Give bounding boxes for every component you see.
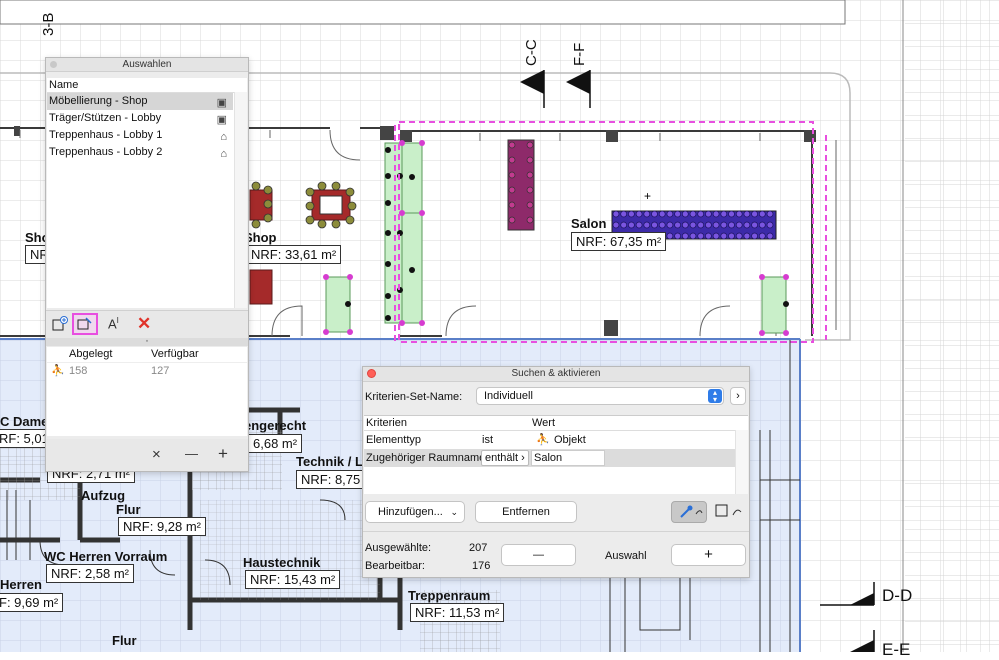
criteria-value[interactable]: Objekt [554, 431, 586, 449]
criteria-name: Elementtyp [366, 434, 422, 446]
room-name-herren: Herren [0, 577, 42, 592]
room-name-flur-bottom: Flur [112, 633, 137, 648]
eyedropper-button[interactable] [671, 501, 707, 523]
editable-count: 176 [472, 560, 491, 572]
room-area-salon: NRF: 67,35 m² [571, 232, 667, 251]
stats-stored-value: 158 [69, 365, 88, 377]
palette-close-dot[interactable] [50, 61, 57, 68]
room-name-technik: Technik / L [296, 454, 363, 469]
criteria-header[interactable]: Kriterien [366, 416, 407, 430]
room-name-wc-herren-vorraum: WC Herren Vorraum [44, 549, 168, 564]
room-area-haustechnik: NRF: 15,43 m² [245, 570, 341, 589]
edit-selection-icon[interactable] [72, 313, 98, 335]
object-icon: ⛹ [51, 365, 65, 377]
list-item[interactable]: Möbellierung - Shop ▣ [47, 93, 233, 110]
table-scrollbar[interactable] [735, 430, 748, 494]
auswahlen-footer: × — + [46, 439, 248, 471]
room-area-flur-mid: NRF: 9,28 m² [118, 517, 207, 536]
results-section: Ausgewählte: 207 Bearbeitbar: 176 — Ausw… [363, 531, 749, 577]
search-dialog-title-bar[interactable]: Suchen & aktivieren [363, 367, 749, 382]
stats-row: ⛹ 158 127 [47, 363, 247, 380]
criteria-value-input[interactable]: Salon [531, 450, 605, 466]
add-criteria-label: Hinzufügen... [378, 506, 443, 518]
selection-label: Auswahl [605, 550, 647, 562]
selection-list: Name Möbellierung - Shop ▣ Träger/Stütze… [47, 78, 247, 308]
auswahlen-palette: Auswahlen Name Möbellierung - Shop ▣ Trä… [45, 57, 249, 472]
rename-icon[interactable]: AI [108, 316, 119, 331]
remove-label: Entfernen [502, 506, 550, 518]
minus-label: — [533, 549, 544, 561]
add-criteria-dropdown[interactable]: Hinzufügen... ⌄ [365, 501, 465, 523]
set-name-value: Individuell [484, 390, 533, 402]
add-selection-icon[interactable] [52, 316, 68, 332]
criteria-name: Zugehöriger Raumname [366, 452, 486, 464]
selected-count: 207 [469, 542, 488, 554]
plus-label: + [704, 546, 713, 563]
marquee-select-button[interactable] [713, 501, 747, 521]
list-item-label: Treppenhaus - Lobby 1 [49, 129, 163, 141]
remove-from-selection-button[interactable]: — [501, 544, 576, 566]
criteria-row[interactable]: Zugehöriger Raumname enthält › Salon [364, 449, 748, 467]
search-activate-dialog: Suchen & aktivieren Kriterien-Set-Name: … [362, 366, 750, 578]
chevron-down-icon: ⌄ [450, 507, 458, 517]
list-item-label: Treppenhaus - Lobby 2 [49, 146, 163, 158]
section-marker-b: 3-B [40, 12, 57, 36]
room-name-flur-mid: Flur [116, 502, 141, 517]
value-header[interactable]: Wert [532, 416, 555, 430]
auswahlen-title: Auswahlen [122, 59, 172, 70]
list-item[interactable]: Träger/Stützen - Lobby ▣ [47, 110, 233, 127]
room-name-haustechnik: Haustechnik [243, 555, 321, 570]
room-name-engerecht: engerecht [244, 418, 307, 433]
auswahlen-title-bar[interactable]: Auswahlen [46, 58, 248, 72]
criteria-operator: enthält [485, 452, 519, 464]
criteria-table: Kriterien Wert Elementtyp ist ⛹ Objekt Z… [364, 415, 748, 494]
operator-select[interactable]: enthält › [481, 450, 529, 466]
delete-icon[interactable]: ✕ [137, 314, 151, 334]
section-marker-c: C-C [523, 39, 540, 66]
splitter-handle[interactable]: ▪ [46, 338, 248, 346]
object-icon: ⛹ [536, 434, 550, 446]
set-name-label: Kriterien-Set-Name: [365, 391, 463, 403]
criteria-operator[interactable]: ist [482, 431, 493, 449]
minus-button[interactable]: — [185, 446, 198, 461]
section-marker-f: F-F [571, 42, 588, 66]
room-name-treppenraum: Treppenraum [408, 588, 491, 603]
list-scrollbar[interactable] [234, 92, 247, 308]
stats-header-available[interactable]: Verfügbar [151, 347, 199, 362]
room-area-wc-herren-vorraum: NRF: 2,58 m² [46, 564, 135, 583]
chevron-updown-icon: ▴ ▾ [708, 389, 722, 404]
room-area-herren: F: 9,69 m² [0, 593, 64, 612]
svg-text:+: + [644, 189, 651, 203]
stats-panel: Abgelegt Verfügbar ⛹ 158 127 [47, 347, 247, 436]
stats-header-stored[interactable]: Abgelegt [69, 347, 112, 362]
criteria-row[interactable]: Elementtyp ist ⛹ Objekt [364, 431, 748, 449]
section-marker-d: D-D [882, 586, 913, 605]
selected-label: Ausgewählte: [365, 542, 432, 554]
editable-label: Bearbeitbar: [365, 560, 425, 572]
set-menu-button[interactable]: › [730, 387, 746, 405]
stats-available-value: 127 [151, 365, 170, 377]
room-area-engerecht: 6,68 m² [248, 434, 303, 453]
house-icon: ⌂ [220, 148, 227, 160]
room-area-technik: NRF: 8,75 [296, 470, 366, 489]
room-area-treppenraum: NRF: 11,53 m² [410, 603, 505, 622]
dialog-close-button[interactable] [367, 369, 376, 378]
plus-button[interactable]: + [218, 444, 228, 464]
remove-criteria-button[interactable]: Entfernen [475, 501, 577, 523]
list-item[interactable]: Treppenhaus - Lobby 2 ⌂ [47, 144, 233, 161]
list-item-label: Möbellierung - Shop [49, 95, 148, 107]
close-icon[interactable]: × [152, 446, 161, 463]
dialog-title: Suchen & aktivieren [511, 368, 601, 379]
auswahlen-toolbar: AI ✕ [46, 310, 248, 339]
room-name-salon: Salon [571, 216, 607, 231]
section-marker-e: E-E [882, 640, 911, 659]
column-header-name[interactable]: Name [47, 78, 247, 93]
add-to-selection-button[interactable]: + [671, 544, 746, 566]
room-name-aufzug: Aufzug [81, 488, 126, 503]
set-name-select[interactable]: Individuell ▴ ▾ [476, 387, 724, 405]
list-item[interactable]: Treppenhaus - Lobby 1 ⌂ [47, 127, 233, 144]
list-item-label: Träger/Stützen - Lobby [49, 112, 162, 124]
room-area-shop: NRF: 33,61 m² [246, 245, 342, 264]
